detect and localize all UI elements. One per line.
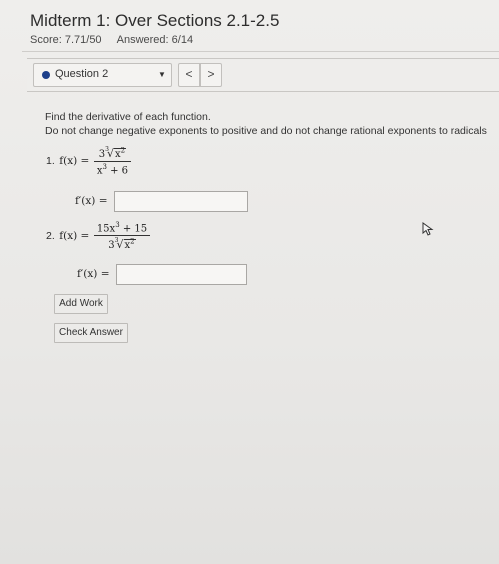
- check-answer-button[interactable]: Check Answer: [54, 323, 128, 343]
- problem-1-numerator: 33√x2: [93, 146, 132, 162]
- problem-2-denominator: 33√x2: [94, 236, 150, 252]
- problem-1-fraction: 33√x2 x3 + 6: [93, 146, 132, 176]
- problem-2-numerator: 15x3 + 15: [93, 221, 151, 237]
- problem-1-den-rest: + 6: [106, 165, 129, 177]
- radical-icon: √: [116, 238, 124, 252]
- problem-2: 2. f(x) = 15x3 + 15 33√x2: [46, 221, 151, 252]
- instructions-line-1: Find the derivative of each function.: [45, 111, 211, 123]
- score-text: Score: 7.71/50: [30, 34, 102, 46]
- answered-text: Answered: 6/14: [116, 34, 194, 46]
- problem-2-number: 2.: [46, 230, 55, 243]
- page-title: Midterm 1: Over Sections 2.1-2.5: [30, 11, 280, 30]
- problem-1: 1. f(x) = 33√x2 x3 + 6: [46, 146, 132, 176]
- problem-2-den-coef: 3: [108, 240, 115, 252]
- mouse-pointer-icon: [422, 222, 434, 236]
- problem-2-lhs: f(x) =: [59, 230, 90, 243]
- problem-2-numerator-rest: + 15: [119, 223, 148, 235]
- instructions-line-2: Do not change negative exponents to posi…: [45, 125, 487, 137]
- problem-1-denominator: x3 + 6: [94, 162, 131, 176]
- page: Midterm 1: Over Sections 2.1-2.5 Score: …: [0, 0, 499, 564]
- problem-2-answer-label: f′(x) =: [77, 268, 110, 280]
- problem-2-numerator-coef: 15x: [96, 223, 116, 235]
- problem-1-radicand: x2: [113, 146, 127, 160]
- header-divider: [22, 51, 499, 52]
- problem-1-number: 1.: [46, 155, 55, 168]
- question-status-dot-icon: [42, 71, 50, 79]
- problem-1-answer-input[interactable]: [114, 191, 248, 212]
- radical-icon: √: [106, 147, 114, 160]
- problem-1-answer-label: f′(x) =: [75, 195, 108, 207]
- question-select-label: Question 2: [55, 68, 109, 80]
- add-work-button[interactable]: Add Work: [54, 294, 108, 314]
- score-line: Score: 7.71/50 Answered: 6/14: [30, 34, 193, 46]
- problem-2-radicand: x2: [123, 238, 136, 252]
- question-select[interactable]: Question 2 ▼: [33, 63, 172, 87]
- problem-1-radicand-exp: 2: [120, 146, 126, 155]
- problem-2-answer-input[interactable]: [116, 264, 247, 285]
- problem-2-radicand-exp: 2: [130, 238, 135, 246]
- question-nav-bar: Question 2 ▼ < >: [27, 58, 499, 92]
- problem-1-lhs: f(x) =: [59, 155, 90, 168]
- problem-2-fraction: 15x3 + 15 33√x2: [93, 221, 151, 252]
- next-question-button[interactable]: >: [200, 63, 222, 87]
- instructions: Find the derivative of each function. Do…: [45, 110, 487, 138]
- chevron-down-icon: ▼: [158, 70, 166, 79]
- previous-question-button[interactable]: <: [178, 63, 200, 87]
